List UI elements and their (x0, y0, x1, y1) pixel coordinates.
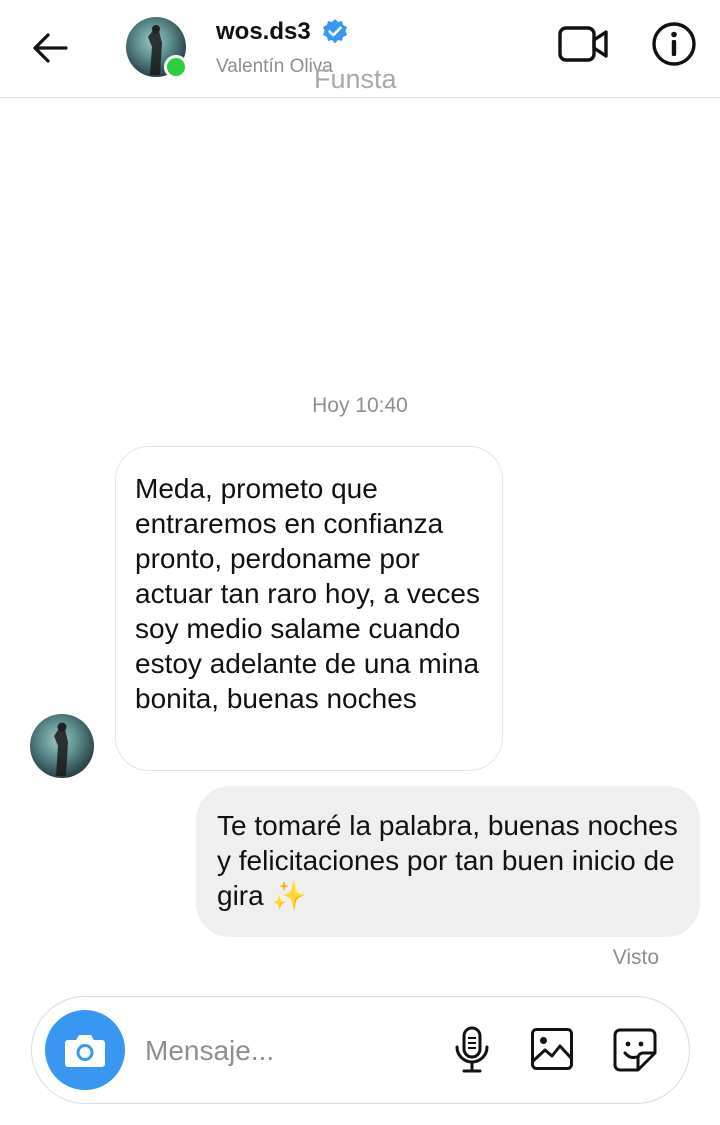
profile-avatar[interactable] (126, 17, 188, 79)
info-button[interactable] (650, 20, 698, 68)
camera-icon (65, 1035, 105, 1067)
image-gallery-icon (531, 1028, 573, 1070)
watermark-text: Funsta (314, 64, 397, 94)
video-call-button[interactable] (556, 22, 612, 66)
info-icon (652, 22, 696, 66)
message-timestamp: Hoy 10:40 (312, 394, 408, 417)
outgoing-message-bubble[interactable]: Te tomaré la palabra, buenas noches y fe… (196, 786, 700, 937)
camera-button[interactable] (45, 1010, 125, 1090)
incoming-message-bubble[interactable]: Meda, prometo que entraremos en confianz… (115, 446, 503, 771)
back-button[interactable] (26, 24, 74, 72)
verified-badge-icon (322, 19, 347, 44)
message-input[interactable] (145, 1031, 435, 1071)
sender-avatar[interactable] (30, 714, 94, 778)
chat-header: wos.ds3 Valentín Oliva Funsta (0, 0, 720, 98)
arrow-left-icon (33, 33, 68, 63)
online-status-indicator (164, 55, 188, 79)
chat-username-row[interactable]: wos.ds3 (216, 18, 349, 46)
video-call-icon (558, 26, 608, 62)
gallery-button[interactable] (530, 1027, 574, 1071)
message-composer (31, 996, 690, 1104)
chat-username: wos.ds3 (216, 18, 311, 45)
microphone-icon (455, 1026, 489, 1073)
seen-receipt: Visto (612, 946, 659, 969)
sticker-icon (613, 1028, 657, 1072)
voice-message-button[interactable] (450, 1025, 494, 1075)
sticker-button[interactable] (612, 1027, 658, 1073)
